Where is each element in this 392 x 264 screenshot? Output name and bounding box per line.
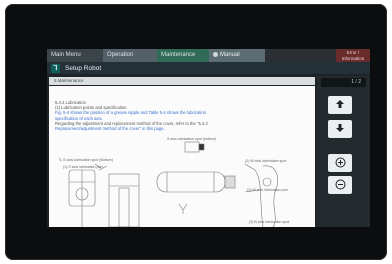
page-up-button[interactable] [328, 96, 352, 114]
tablet-bezel: Main Menu Operation Maintenance Manual E… [5, 4, 387, 260]
manual-document[interactable]: 5.4.4 Lubrication (1) Lubrication points… [49, 86, 315, 227]
tab-main-menu[interactable]: Main Menu [47, 49, 103, 62]
manual-icon [213, 51, 218, 57]
tab-maintenance[interactable]: Maintenance [157, 49, 209, 62]
tab-operation[interactable]: Operation [103, 49, 157, 62]
robot-diagram [68, 141, 278, 227]
arrow-up-icon [336, 100, 344, 108]
page-indicator: 1 / 2 [321, 78, 366, 87]
screen: Main Menu Operation Maintenance Manual E… [47, 49, 370, 227]
side-panel: 1 / 2 [317, 76, 370, 227]
information-button[interactable]: Error / Information [336, 49, 370, 62]
zoom-out-button[interactable] [328, 176, 352, 194]
title-bar: ⅂ Setup Robot [47, 62, 370, 74]
top-tabs: Main Menu Operation Maintenance Manual E… [47, 49, 370, 62]
tab-manual-label: Manual [220, 52, 240, 58]
zoom-in-icon [335, 157, 345, 168]
tab-spacer [265, 49, 336, 62]
zoom-out-icon [335, 179, 345, 190]
robot-setup-icon: ⅂ [51, 63, 60, 73]
page-down-button[interactable] [328, 120, 352, 138]
document-section-header: 5 Maintenance [49, 77, 315, 85]
page-title: Setup Robot [65, 64, 102, 72]
zoom-in-button[interactable] [328, 154, 352, 172]
arrow-down-icon [336, 124, 344, 132]
tab-manual[interactable]: Manual [209, 49, 265, 62]
